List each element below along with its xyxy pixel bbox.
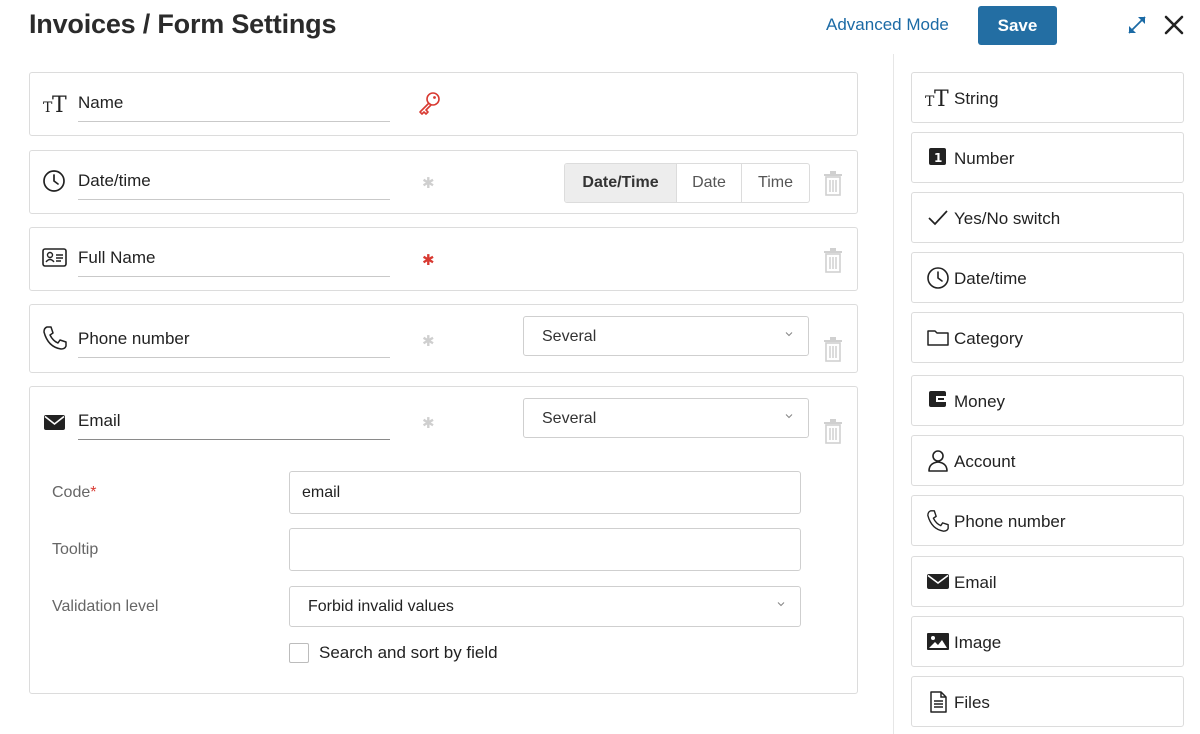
field-card-full-name[interactable]: Full Name ✱	[29, 227, 858, 291]
svg-text:1: 1	[934, 151, 942, 165]
field-type-money[interactable]: Money	[911, 375, 1184, 426]
panel-divider	[893, 54, 894, 734]
close-icon[interactable]	[1161, 12, 1187, 38]
field-name-input[interactable]: Full Name	[78, 248, 390, 277]
page-title: Invoices / Form Settings	[29, 9, 337, 39]
field-type-label: Number	[954, 149, 1015, 168]
field-type-label: String	[954, 89, 999, 108]
field-type-string[interactable]: T T String	[911, 72, 1184, 123]
mode-time-option[interactable]: Time	[742, 164, 809, 202]
field-card-phone[interactable]: Phone number ✱ Several	[29, 304, 858, 373]
field-card-email[interactable]: Email ✱ Several Code* email Tooltip Vali…	[29, 386, 858, 694]
mode-date-option[interactable]: Date	[677, 164, 742, 202]
multiplicity-select[interactable]: Several	[523, 398, 809, 438]
field-card-datetime[interactable]: Date/time ✱ Date/Time Date Time	[29, 150, 858, 214]
trash-icon[interactable]	[822, 247, 844, 273]
field-type-category[interactable]: Category	[911, 312, 1184, 363]
field-name-input[interactable]: Phone number	[78, 329, 390, 358]
checkmark-icon	[928, 210, 948, 226]
field-type-account[interactable]: Account	[911, 435, 1184, 486]
file-icon	[930, 691, 947, 713]
field-type-label: Files	[954, 693, 990, 712]
chevron-down-icon	[785, 332, 793, 337]
field-name-input[interactable]: Email	[78, 411, 390, 440]
chevron-down-icon	[785, 414, 793, 419]
multiplicity-value: Several	[542, 410, 597, 427]
advanced-mode-link[interactable]: Advanced Mode	[826, 15, 949, 35]
field-type-number[interactable]: 1 Number	[911, 132, 1184, 183]
required-toggle[interactable]: ✱	[422, 174, 435, 192]
expand-icon[interactable]	[1126, 14, 1148, 36]
required-toggle[interactable]: ✱	[422, 251, 435, 269]
validation-level-value: Forbid invalid values	[308, 598, 454, 615]
multiplicity-value: Several	[542, 328, 597, 345]
field-type-label: Phone number	[954, 512, 1066, 531]
trash-icon[interactable]	[822, 170, 844, 196]
phone-icon	[43, 326, 67, 350]
text-type-icon: T T	[43, 93, 67, 117]
trash-icon[interactable]	[822, 418, 844, 444]
clock-icon	[43, 170, 65, 192]
field-type-label: Email	[954, 573, 997, 592]
image-icon	[927, 633, 949, 650]
tooltip-label: Tooltip	[52, 541, 99, 558]
validation-level-label: Validation level	[52, 598, 159, 615]
svg-text:T: T	[934, 87, 949, 109]
svg-text:T: T	[52, 93, 67, 117]
wallet-icon	[929, 391, 946, 407]
envelope-icon	[44, 415, 65, 430]
phone-icon	[927, 510, 949, 532]
trash-icon[interactable]	[822, 336, 844, 362]
field-type-email[interactable]: Email	[911, 556, 1184, 607]
key-icon[interactable]	[416, 90, 442, 120]
save-button[interactable]: Save	[978, 6, 1057, 45]
validation-level-select[interactable]: Forbid invalid values	[289, 586, 801, 627]
field-type-label: Yes/No switch	[954, 209, 1061, 228]
mode-datetime-option[interactable]: Date/Time	[565, 164, 677, 202]
field-type-label: Date/time	[954, 269, 1027, 288]
chevron-down-icon	[777, 602, 785, 607]
field-type-yes-no[interactable]: Yes/No switch	[911, 192, 1184, 243]
field-type-label: Image	[954, 633, 1002, 652]
id-card-icon	[42, 248, 67, 267]
multiplicity-select[interactable]: Several	[523, 316, 809, 356]
field-type-label: Account	[954, 452, 1016, 471]
page-header: Invoices / Form Settings Advanced Mode S…	[0, 0, 1200, 56]
field-type-label: Category	[954, 329, 1023, 348]
required-toggle[interactable]: ✱	[422, 332, 435, 350]
field-type-datetime[interactable]: Date/time	[911, 252, 1184, 303]
field-type-files[interactable]: Files	[911, 676, 1184, 727]
search-sort-label: Search and sort by field	[319, 643, 498, 662]
envelope-icon	[927, 574, 949, 589]
code-label: Code*	[52, 484, 97, 501]
field-type-phone[interactable]: Phone number	[911, 495, 1184, 546]
field-name-input[interactable]: Name	[78, 93, 390, 122]
field-type-image[interactable]: Image	[911, 616, 1184, 667]
code-input[interactable]: email	[289, 471, 801, 514]
field-name-input[interactable]: Date/time	[78, 171, 390, 200]
user-icon	[928, 450, 948, 472]
field-card-name[interactable]: T T Name	[29, 72, 858, 136]
datetime-mode-selector: Date/Time Date Time	[564, 163, 810, 203]
required-toggle[interactable]: ✱	[422, 414, 435, 432]
tooltip-input[interactable]	[289, 528, 801, 571]
search-sort-checkbox[interactable]	[289, 643, 309, 663]
text-type-icon: T T	[925, 87, 949, 109]
field-type-label: Money	[954, 392, 1006, 411]
number-icon: 1	[929, 148, 946, 165]
clock-icon	[927, 267, 949, 289]
folder-icon	[927, 330, 949, 346]
